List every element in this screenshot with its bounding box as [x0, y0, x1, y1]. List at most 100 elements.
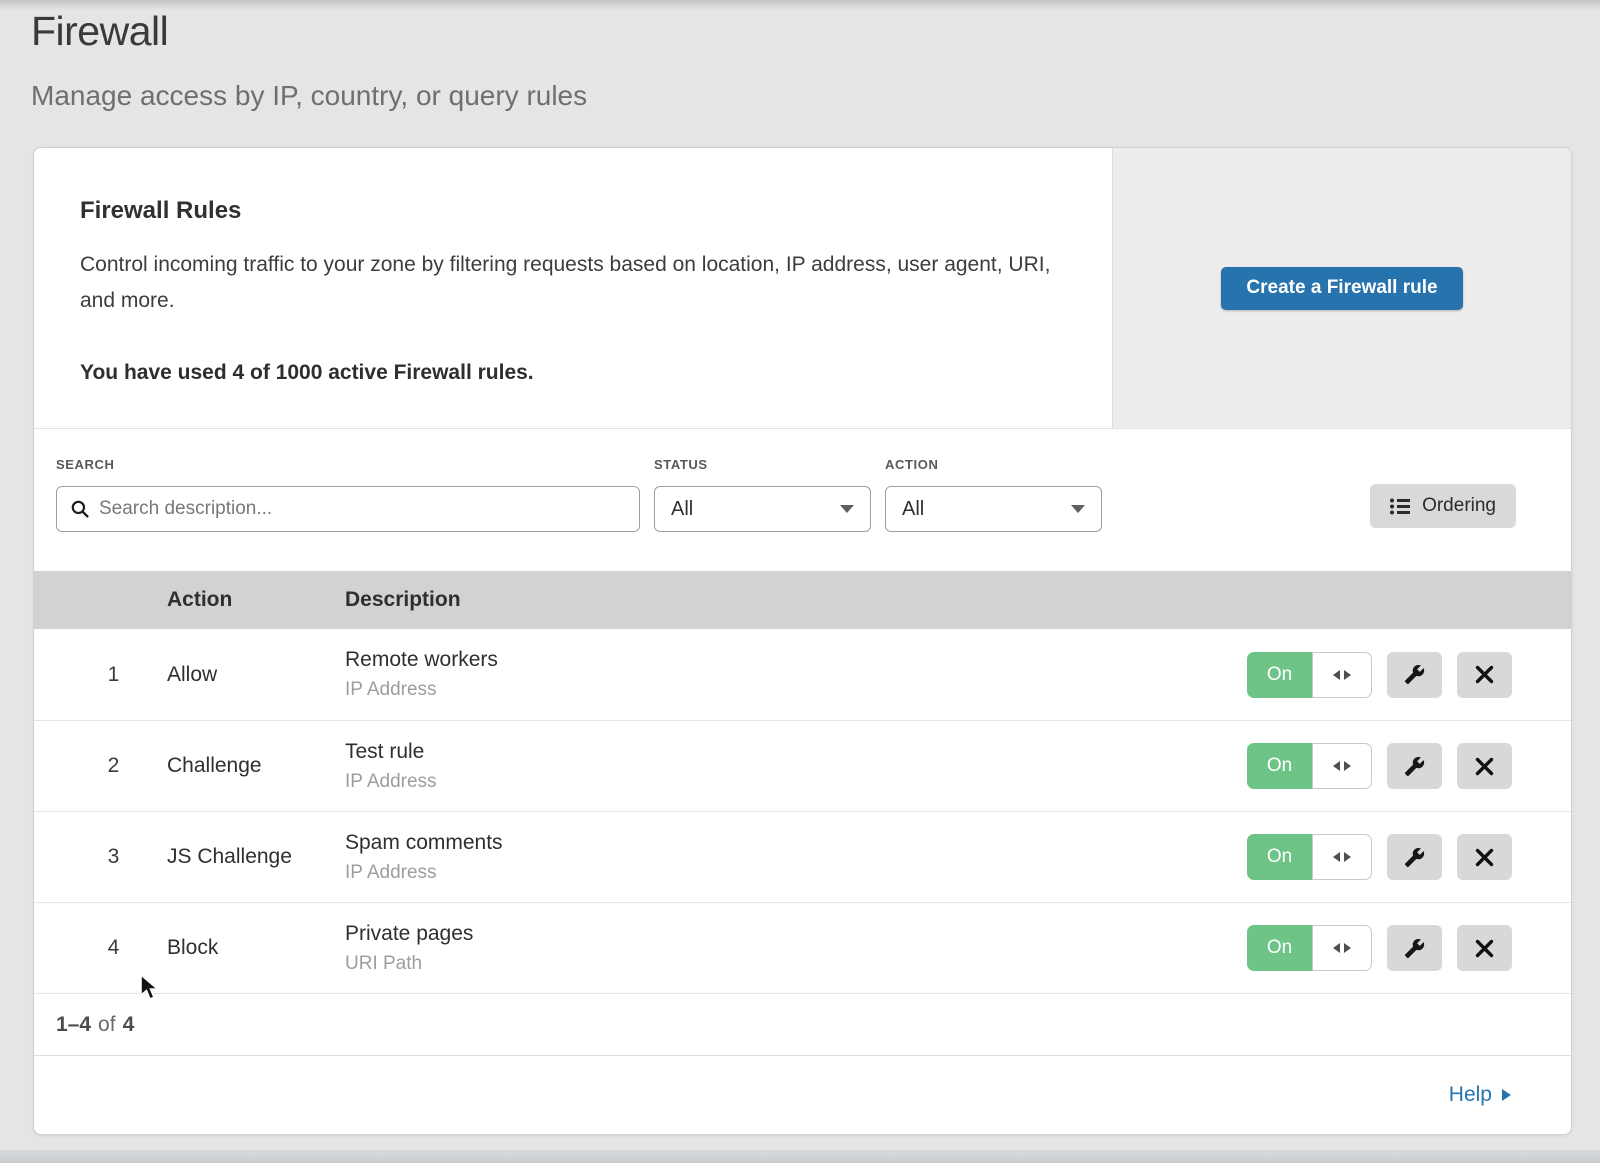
toggle-handle[interactable]: [1312, 652, 1372, 698]
rule-action: Block: [167, 936, 345, 960]
section-description: Control incoming traffic to your zone by…: [80, 247, 1060, 319]
firewall-rules-card: Firewall Rules Control incoming traffic …: [33, 147, 1572, 1135]
close-icon: [1475, 757, 1494, 776]
close-icon: [1475, 848, 1494, 867]
rule-action: JS Challenge: [167, 845, 345, 869]
chevron-down-icon: [840, 505, 854, 513]
help-link[interactable]: Help: [1449, 1083, 1511, 1107]
card-footer: Help: [34, 1055, 1571, 1134]
create-rule-panel: Create a Firewall rule: [1112, 148, 1571, 428]
edit-rule-button[interactable]: [1387, 652, 1442, 698]
edit-rule-button[interactable]: [1387, 834, 1442, 880]
section-title: Firewall Rules: [80, 197, 1072, 225]
toggle-on-label: On: [1247, 834, 1312, 880]
rule-toggle[interactable]: On: [1247, 834, 1372, 880]
window-edge-top: [0, 0, 1600, 10]
rule-toggle[interactable]: On: [1247, 743, 1372, 789]
search-input[interactable]: [99, 498, 626, 520]
search-input-wrap: [56, 486, 640, 532]
arrows-left-right-icon: [1333, 852, 1340, 862]
rule-description: Test rule: [345, 740, 1247, 764]
rule-description-cell: Test rule IP Address: [345, 740, 1247, 793]
usage-note: You have used 4 of 1000 active Firewall …: [80, 361, 1072, 385]
rule-match-type: IP Address: [345, 679, 1247, 701]
rule-match-type: IP Address: [345, 771, 1247, 793]
status-select-value: All: [671, 498, 693, 521]
search-icon: [70, 499, 90, 519]
rule-description: Spam comments: [345, 831, 1247, 855]
rule-description: Remote workers: [345, 648, 1247, 672]
delete-rule-button[interactable]: [1457, 925, 1512, 971]
wrench-icon: [1404, 756, 1425, 777]
arrows-left-right-icon: [1344, 852, 1351, 862]
rule-match-type: IP Address: [345, 862, 1247, 884]
arrows-left-right-icon: [1344, 761, 1351, 771]
status-filter: STATUS All: [654, 457, 871, 571]
help-link-label: Help: [1449, 1083, 1492, 1107]
delete-rule-button[interactable]: [1457, 743, 1512, 789]
action-label: ACTION: [885, 457, 1102, 472]
delete-rule-button[interactable]: [1457, 834, 1512, 880]
arrows-left-right-icon: [1344, 670, 1351, 680]
action-select-value: All: [902, 498, 924, 521]
ordering-button-label: Ordering: [1422, 495, 1496, 517]
window-edge-bottom: [0, 1150, 1600, 1163]
wrench-icon: [1404, 938, 1425, 959]
pagination-range: 1–4: [56, 1013, 91, 1037]
delete-rule-button[interactable]: [1457, 652, 1512, 698]
edit-rule-button[interactable]: [1387, 925, 1442, 971]
status-label: STATUS: [654, 457, 871, 472]
rule-toggle[interactable]: On: [1247, 925, 1372, 971]
table-row: 1 Allow Remote workers IP Address On: [34, 629, 1571, 720]
search-label: SEARCH: [56, 457, 640, 472]
create-firewall-rule-button[interactable]: Create a Firewall rule: [1221, 267, 1462, 310]
ordering-list-icon: [1390, 498, 1411, 515]
pagination-of-label: of: [98, 1013, 116, 1037]
intro-text-block: Firewall Rules Control incoming traffic …: [34, 148, 1112, 428]
action-select[interactable]: All: [885, 486, 1102, 532]
rule-description: Private pages: [345, 922, 1247, 946]
toggle-handle[interactable]: [1312, 743, 1372, 789]
rule-action: Allow: [167, 663, 345, 687]
table-row: 2 Challenge Test rule IP Address On: [34, 720, 1571, 811]
ordering-button[interactable]: Ordering: [1370, 484, 1516, 528]
close-icon: [1475, 665, 1494, 684]
edit-rule-button[interactable]: [1387, 743, 1442, 789]
wrench-icon: [1404, 847, 1425, 868]
page-title: Firewall: [31, 8, 168, 55]
toggle-handle[interactable]: [1312, 925, 1372, 971]
pagination-total: 4: [123, 1013, 135, 1037]
description-column-header: Description: [345, 588, 1247, 612]
toggle-on-label: On: [1247, 925, 1312, 971]
toggle-on-label: On: [1247, 652, 1312, 698]
rule-controls: On: [1247, 834, 1571, 880]
rule-controls: On: [1247, 652, 1571, 698]
rule-match-type: URI Path: [345, 953, 1247, 975]
rule-priority: 1: [34, 663, 167, 687]
search-filter: SEARCH: [56, 457, 640, 571]
arrows-left-right-icon: [1344, 943, 1351, 953]
table-row: 4 Block Private pages URI Path On: [34, 902, 1571, 993]
rule-priority: 4: [34, 936, 167, 960]
toggle-on-label: On: [1247, 743, 1312, 789]
status-select[interactable]: All: [654, 486, 871, 532]
action-column-header: Action: [167, 588, 345, 612]
arrows-left-right-icon: [1333, 761, 1340, 771]
wrench-icon: [1404, 664, 1425, 685]
rule-controls: On: [1247, 925, 1571, 971]
arrows-left-right-icon: [1333, 943, 1340, 953]
rule-description-cell: Private pages URI Path: [345, 922, 1247, 975]
rule-priority: 3: [34, 845, 167, 869]
rule-toggle[interactable]: On: [1247, 652, 1372, 698]
chevron-down-icon: [1071, 505, 1085, 513]
rule-description-cell: Remote workers IP Address: [345, 648, 1247, 701]
rule-controls: On: [1247, 743, 1571, 789]
pagination: 1–4 of 4: [34, 993, 1571, 1055]
toggle-handle[interactable]: [1312, 834, 1372, 880]
action-filter: ACTION All: [885, 457, 1102, 571]
firewall-rules-intro: Firewall Rules Control incoming traffic …: [34, 148, 1571, 428]
table-row: 3 JS Challenge Spam comments IP Address …: [34, 811, 1571, 902]
help-arrow-icon: [1502, 1089, 1511, 1101]
close-icon: [1475, 939, 1494, 958]
arrows-left-right-icon: [1333, 670, 1340, 680]
